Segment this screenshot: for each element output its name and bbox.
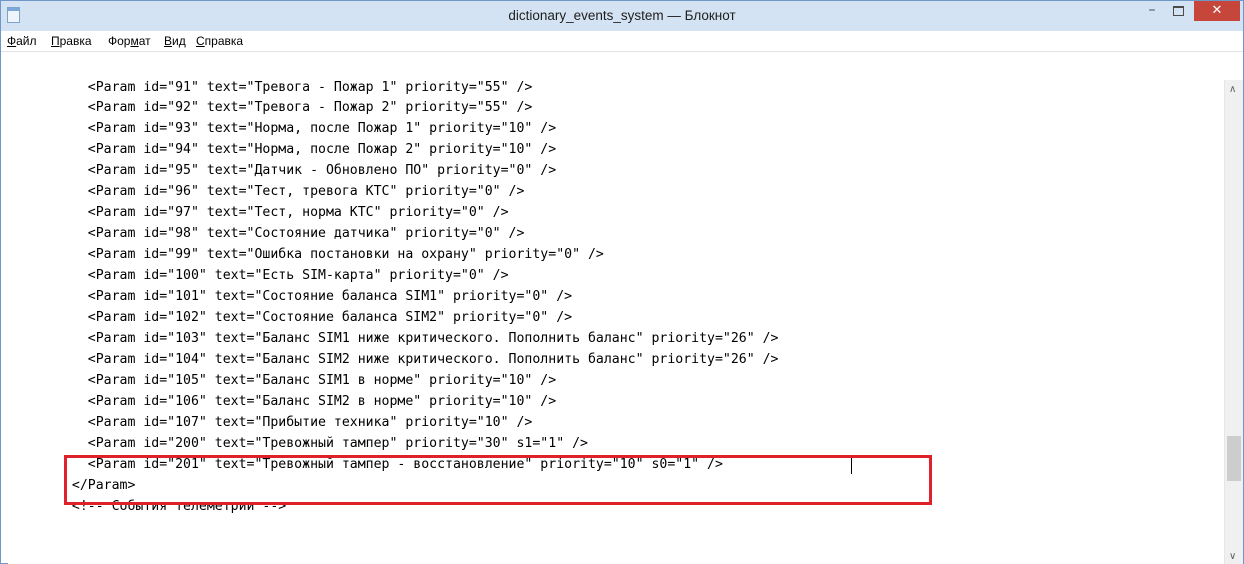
minimize-icon: – <box>1148 2 1156 18</box>
title-bar[interactable]: dictionary_events_system — Блокнот – ✕ <box>1 1 1243 31</box>
scroll-up-arrow-icon[interactable]: ∧ <box>1229 84 1236 95</box>
code-line: <Param id="96" text="Тест, тревога КТС" … <box>56 184 525 199</box>
code-line: <Param id="105" text="Баланс SIM1 в норм… <box>56 373 557 388</box>
close-icon: ✕ <box>1211 3 1223 18</box>
menu-format[interactable]: Формат <box>108 34 151 48</box>
code-line: <Param id="100" text="Есть SIM-карта" pr… <box>56 268 509 283</box>
code-line: <Param id="104" text="Баланс SIM2 ниже к… <box>56 352 779 367</box>
code-line-highlighted: <Param id="200" text="Тревожный тампер" … <box>56 436 588 451</box>
menu-file[interactable]: Файл <box>7 34 37 48</box>
menu-view[interactable]: Вид <box>164 34 186 48</box>
code-line: <Param id="91" text="Тревога - Пожар 1" … <box>56 80 533 95</box>
code-line: <Param id="99" text="Ошибка постановки н… <box>56 247 604 262</box>
code-line: <Param id="94" text="Норма, после Пожар … <box>56 142 557 157</box>
code-line: <Param id="95" text="Датчик - Обновлено … <box>56 163 557 178</box>
highlight-box <box>64 455 932 505</box>
code-line: <Param id="102" text="Состояние баланса … <box>56 310 573 325</box>
vertical-scrollbar[interactable]: ∧ ∨ <box>1224 80 1243 564</box>
code-line: <Param id="97" text="Тест, норма КТС" pr… <box>56 205 509 220</box>
code-line: <Param id="107" text="Прибытие техника" … <box>56 415 533 430</box>
maximize-icon <box>1173 6 1184 16</box>
scroll-thumb[interactable] <box>1227 436 1241 481</box>
menu-bar: Файл Правка Формат Вид Справка <box>1 31 1243 52</box>
close-button[interactable]: ✕ <box>1194 1 1240 21</box>
minimize-button[interactable]: – <box>1139 1 1165 21</box>
code-line: <Param id="103" text="Баланс SIM1 ниже к… <box>56 331 779 346</box>
code-line: <Param id="93" text="Норма, после Пожар … <box>56 121 557 136</box>
code-line: <Param id="101" text="Состояние баланса … <box>56 289 573 304</box>
maximize-button[interactable] <box>1165 1 1191 21</box>
notepad-window: dictionary_events_system — Блокнот – ✕ Ф… <box>0 0 1244 564</box>
code-line: <Param id="98" text="Состояние датчика" … <box>56 226 525 241</box>
menu-help[interactable]: Справка <box>196 34 243 48</box>
code-line: <Param id="92" text="Тревога - Пожар 2" … <box>56 100 533 115</box>
menu-edit[interactable]: Правка <box>51 34 92 48</box>
scroll-down-arrow-icon[interactable]: ∨ <box>1229 551 1236 562</box>
window-title: dictionary_events_system — Блокнот <box>508 8 736 23</box>
code-line: <Param id="106" text="Баланс SIM2 в норм… <box>56 394 557 409</box>
